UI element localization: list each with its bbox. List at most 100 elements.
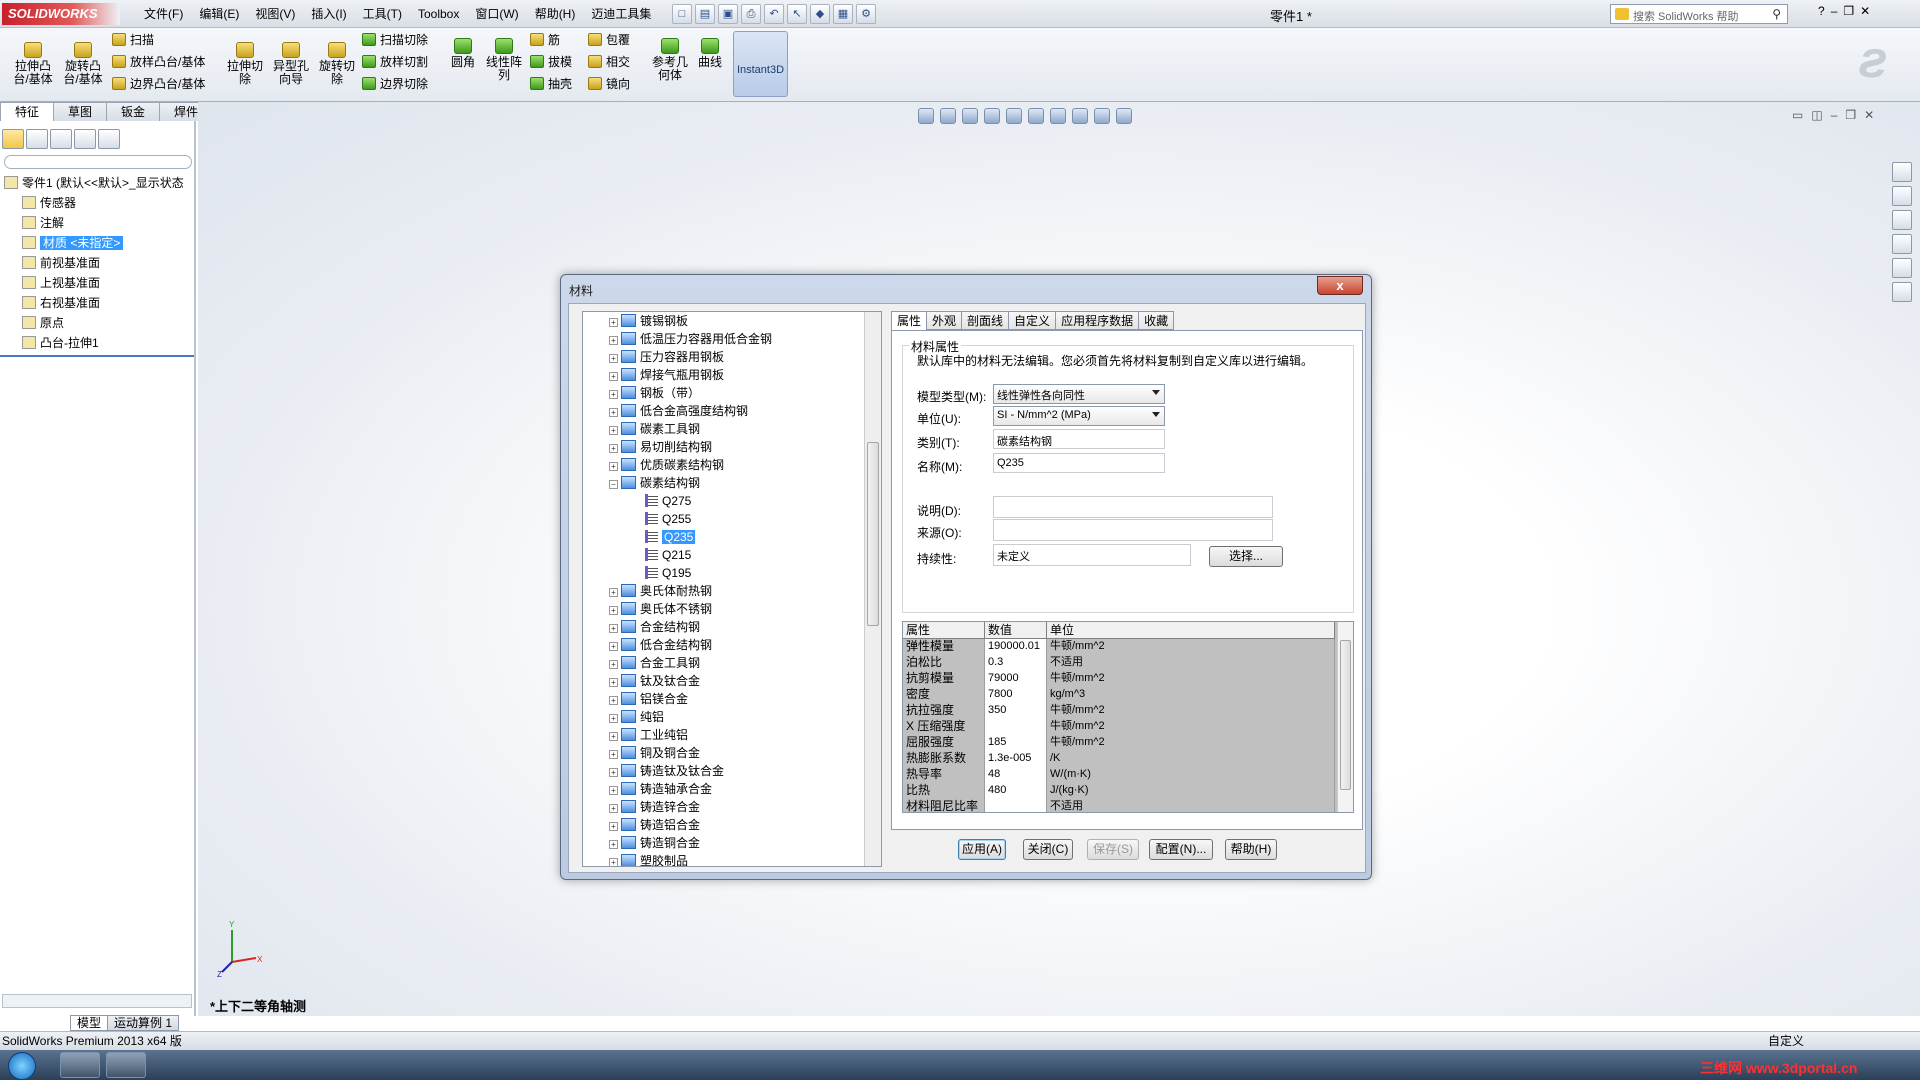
display-manager-tab-icon[interactable] [98,129,120,149]
new-file-icon[interactable]: □ [672,4,692,24]
material-tree-item[interactable]: + 优质碳素结构钢 [609,456,724,474]
expand-toggle-icon[interactable]: + [609,858,618,866]
view-palette-icon[interactable] [1892,234,1912,254]
select-arrow-icon[interactable]: ↖ [787,4,807,24]
command-tab[interactable]: 钣金 [106,102,161,121]
material-tree-item[interactable]: + 工业纯铝 [609,726,688,744]
file-explorer-icon[interactable] [1892,210,1912,230]
expand-toggle-icon[interactable]: + [609,678,618,687]
menu-item[interactable]: 工具(T) [355,6,410,22]
curves-button[interactable]: 曲线 [694,38,726,69]
material-tree-item[interactable]: + 合金工具钢 [609,654,700,672]
material-tree-item[interactable]: + 铸造锌合金 [609,798,700,816]
help-button[interactable]: 帮助(H) [1225,839,1277,860]
dimxpert-manager-tab-icon[interactable] [74,129,96,149]
menu-item[interactable]: 编辑(E) [191,6,247,22]
material-tree-item[interactable]: + 碳素工具钢 [609,420,700,438]
display-style-icon[interactable] [1028,108,1044,124]
section-view-icon[interactable] [984,108,1000,124]
extrude-boss-button[interactable]: 拉伸凸 台/基体 [12,42,54,86]
fillet-button[interactable]: 圆角 [446,38,480,69]
solidworks-taskbar-icon[interactable] [106,1052,146,1078]
expand-toggle-icon[interactable]: + [609,624,618,633]
viewport-close-icon[interactable]: ✕ [1864,108,1874,122]
expand-toggle-icon[interactable]: + [609,696,618,705]
swept-cut-button[interactable]: 扫描切除 [362,32,428,48]
property-value[interactable] [985,799,1047,812]
material-tree-item[interactable]: Q255 [645,510,691,528]
config-button[interactable]: 配置(N)... [1149,839,1213,860]
category-field[interactable]: 碳素结构钢 [993,429,1165,449]
zoom-to-fit-icon[interactable] [918,108,934,124]
sweep-button[interactable]: 扫描 [112,32,154,48]
previous-view-icon[interactable] [962,108,978,124]
boundary-boss-button[interactable]: 边界凸台/基体 [112,76,205,92]
file-properties-icon[interactable]: ▦ [833,4,853,24]
material-tree-item[interactable]: + 铸造铜合金 [609,834,700,852]
expand-toggle-icon[interactable]: + [609,606,618,615]
revolve-boss-button[interactable]: 旋转凸 台/基体 [62,42,104,86]
tree-item[interactable]: 传感器 [0,193,196,213]
expand-toggle-icon[interactable]: + [609,660,618,669]
menu-item[interactable]: 文件(F) [136,6,191,22]
material-tree-item[interactable]: + 钛及钛合金 [609,672,700,690]
hole-wizard-button[interactable]: 异型孔 向导 [270,42,312,86]
rebuild-icon[interactable]: ◆ [810,4,830,24]
property-value[interactable]: 185 [985,735,1047,751]
material-tree-item[interactable]: + 钢板（带） [609,384,700,402]
hide-show-items-icon[interactable] [1050,108,1066,124]
property-value[interactable]: 48 [985,767,1047,783]
property-value[interactable]: 1.3e-005 [985,751,1047,767]
wrap-button[interactable]: 包覆 [588,32,630,48]
apply-button[interactable]: 应用(A) [958,839,1006,860]
close-window-icon[interactable]: ✕ [1860,4,1870,18]
material-tree-item[interactable]: + 铸造铝合金 [609,816,700,834]
material-tree-item[interactable]: Q215 [645,546,691,564]
custom-properties-icon[interactable] [1892,282,1912,302]
lofted-cut-button[interactable]: 放样切割 [362,54,428,70]
solidworks-resources-icon[interactable] [1892,162,1912,182]
units-select[interactable]: SI - N/mm^2 (MPa) [993,406,1165,426]
material-tree-item[interactable]: − 碳素结构钢 [609,474,700,492]
material-tree-item[interactable]: + 塑胶制品 [609,852,688,866]
expand-toggle-icon[interactable]: + [609,444,618,453]
material-tree-item[interactable]: + 纯铝 [609,708,664,726]
rib-button[interactable]: 筋 [530,32,560,48]
configuration-manager-tab-icon[interactable] [50,129,72,149]
material-tree-item[interactable]: + 低合金高强度结构钢 [609,402,748,420]
model-type-select[interactable]: 线性弹性各向同性 [993,384,1165,404]
material-tree-item[interactable]: + 焊接气瓶用钢板 [609,366,724,384]
tree-item[interactable]: 注解 [0,213,196,233]
menu-item[interactable]: 窗口(W) [467,6,526,22]
tree-filter-input[interactable] [4,155,192,169]
status-units[interactable]: 自定义 [1768,1032,1804,1050]
open-file-icon[interactable]: ▤ [695,4,715,24]
property-manager-tab-icon[interactable] [26,129,48,149]
property-value[interactable]: 7800 [985,687,1047,703]
material-tree-item[interactable]: + 低合金结构钢 [609,636,712,654]
material-tree-item[interactable]: + 铜及铜合金 [609,744,700,762]
print-icon[interactable]: ⎙ [741,4,761,24]
property-value[interactable]: 79000 [985,671,1047,687]
intersect-button[interactable]: 相交 [588,54,630,70]
expand-toggle-icon[interactable]: + [609,354,618,363]
tree-item[interactable]: 材质 <未指定> [0,233,196,253]
tree-root-part[interactable]: 零件1 (默认<<默认>_显示状态 [0,173,196,193]
menu-item[interactable]: 迈迪工具集 [583,6,659,22]
split-horizontal-icon[interactable]: ▭ [1792,108,1803,122]
property-value[interactable]: 190000.01 [985,639,1047,655]
tree-item[interactable]: 右视基准面 [0,293,196,313]
tree-item[interactable]: 原点 [0,313,196,333]
horizontal-scrollbar[interactable] [2,994,192,1008]
expand-toggle-icon[interactable]: + [609,768,618,777]
viewport-restore-icon[interactable]: ❐ [1845,108,1856,122]
appearances-icon[interactable] [1892,258,1912,278]
mirror-button[interactable]: 镜向 [588,76,630,92]
help-search-input[interactable]: 搜索 SolidWorks 帮助 ⚲ [1610,4,1788,24]
material-tree-item[interactable]: + 奥氏体不锈钢 [609,600,712,618]
design-library-icon[interactable] [1892,186,1912,206]
view-settings-icon[interactable] [1116,108,1132,124]
rollback-bar[interactable] [0,355,194,357]
explorer-taskbar-icon[interactable] [60,1052,100,1078]
view-orientation-icon[interactable] [1006,108,1022,124]
